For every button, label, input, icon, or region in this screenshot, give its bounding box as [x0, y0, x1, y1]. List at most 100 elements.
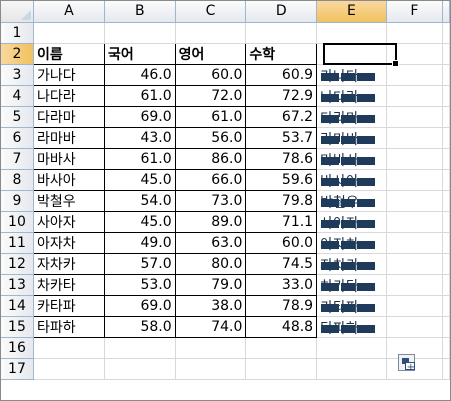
- empty-cell[interactable]: [386, 85, 444, 107]
- row-header-6[interactable]: 6: [1, 127, 34, 149]
- overflow-cell-e14[interactable]: 카타파: [316, 295, 387, 317]
- column-header-e[interactable]: E: [316, 1, 387, 23]
- empty-cell[interactable]: [175, 22, 247, 44]
- fill-handle[interactable]: [392, 60, 399, 67]
- score-cell[interactable]: 86.0: [174, 147, 247, 170]
- table-header-cell[interactable]: 국어: [103, 42, 176, 65]
- empty-cell[interactable]: [386, 232, 444, 254]
- row-header-4[interactable]: 4: [1, 85, 34, 107]
- empty-cell[interactable]: [442, 169, 450, 191]
- empty-cell[interactable]: [104, 358, 176, 380]
- score-cell[interactable]: 53.0: [103, 273, 176, 296]
- row-header-16[interactable]: 16: [1, 337, 34, 359]
- empty-cell[interactable]: [442, 232, 450, 254]
- score-cell[interactable]: 33.0: [245, 273, 318, 296]
- overflow-cell-e3[interactable]: 가나다: [316, 64, 387, 86]
- score-cell[interactable]: 79.0: [174, 273, 247, 296]
- auto-fill-options-icon[interactable]: +: [398, 354, 415, 373]
- column-header-b[interactable]: B: [104, 1, 176, 23]
- empty-cell[interactable]: [175, 358, 247, 380]
- overflow-cell-e5[interactable]: 다라마: [316, 106, 387, 128]
- empty-cell[interactable]: [386, 127, 444, 149]
- row-header-11[interactable]: 11: [1, 232, 34, 254]
- empty-cell[interactable]: [386, 148, 444, 170]
- empty-cell[interactable]: [386, 253, 444, 275]
- score-cell[interactable]: 57.0: [103, 252, 176, 275]
- empty-cell[interactable]: [442, 43, 450, 65]
- row-header-10[interactable]: 10: [1, 211, 34, 233]
- row-header-17[interactable]: 17: [1, 358, 34, 380]
- empty-cell[interactable]: [386, 64, 444, 86]
- empty-cell[interactable]: [442, 337, 450, 359]
- empty-cell[interactable]: [442, 64, 450, 86]
- empty-cell[interactable]: [245, 22, 318, 44]
- score-cell[interactable]: 78.6: [245, 147, 318, 170]
- empty-cell[interactable]: [442, 316, 450, 338]
- score-cell[interactable]: 56.0: [174, 126, 247, 149]
- name-cell[interactable]: 아자차: [32, 231, 105, 254]
- score-cell[interactable]: 49.0: [103, 231, 176, 254]
- overflow-cell-e9[interactable]: 박철우: [316, 190, 387, 212]
- score-cell[interactable]: 38.0: [174, 294, 247, 317]
- score-cell[interactable]: 72.9: [245, 84, 318, 107]
- active-cell-e2[interactable]: [323, 43, 399, 67]
- overflow-cell-e7[interactable]: 마바사: [316, 148, 387, 170]
- empty-cell[interactable]: [386, 190, 444, 212]
- score-cell[interactable]: 61.0: [174, 105, 247, 128]
- overflow-cell-e4[interactable]: 나다라: [316, 85, 387, 107]
- empty-cell[interactable]: [386, 211, 444, 233]
- empty-cell[interactable]: [442, 106, 450, 128]
- empty-cell[interactable]: [442, 253, 450, 275]
- row-header-15[interactable]: 15: [1, 316, 34, 338]
- empty-cell[interactable]: [386, 295, 444, 317]
- table-header-cell[interactable]: 이름: [32, 42, 105, 65]
- empty-cell[interactable]: [245, 337, 318, 359]
- empty-cell[interactable]: [33, 337, 105, 359]
- score-cell[interactable]: 45.0: [103, 168, 176, 191]
- score-cell[interactable]: 53.7: [245, 126, 318, 149]
- name-cell[interactable]: 자차카: [32, 252, 105, 275]
- row-header-2[interactable]: 2: [1, 43, 34, 65]
- row-header-12[interactable]: 12: [1, 253, 34, 275]
- empty-cell[interactable]: [442, 127, 450, 149]
- empty-cell[interactable]: [104, 22, 176, 44]
- overflow-cell-e11[interactable]: 아자차: [316, 232, 387, 254]
- empty-cell[interactable]: [442, 274, 450, 296]
- name-cell[interactable]: 사아자: [32, 210, 105, 233]
- score-cell[interactable]: 61.0: [103, 84, 176, 107]
- row-header-3[interactable]: 3: [1, 64, 34, 86]
- empty-cell[interactable]: [104, 337, 176, 359]
- score-cell[interactable]: 69.0: [103, 105, 176, 128]
- empty-cell[interactable]: [442, 22, 450, 44]
- empty-cell[interactable]: [386, 274, 444, 296]
- score-cell[interactable]: 72.0: [174, 84, 247, 107]
- overflow-cell-e6[interactable]: 라마바: [316, 127, 387, 149]
- name-cell[interactable]: 차카타: [32, 273, 105, 296]
- empty-cell[interactable]: [33, 22, 105, 44]
- row-header-7[interactable]: 7: [1, 148, 34, 170]
- score-cell[interactable]: 74.5: [245, 252, 318, 275]
- score-cell[interactable]: 48.8: [245, 315, 318, 338]
- name-cell[interactable]: 박철우: [32, 189, 105, 212]
- row-header-14[interactable]: 14: [1, 295, 34, 317]
- overflow-cell-e13[interactable]: 차카타: [316, 274, 387, 296]
- empty-cell[interactable]: [386, 316, 444, 338]
- score-cell[interactable]: 59.6: [245, 168, 318, 191]
- empty-cell[interactable]: [33, 358, 105, 380]
- empty-cell[interactable]: [442, 148, 450, 170]
- overflow-cell-e12[interactable]: 자차카: [316, 253, 387, 275]
- score-cell[interactable]: 60.0: [245, 231, 318, 254]
- row-header-8[interactable]: 8: [1, 169, 34, 191]
- score-cell[interactable]: 60.0: [174, 63, 247, 86]
- empty-cell[interactable]: [442, 190, 450, 212]
- score-cell[interactable]: 78.9: [245, 294, 318, 317]
- empty-cell[interactable]: [316, 358, 387, 380]
- score-cell[interactable]: 80.0: [174, 252, 247, 275]
- row-header-5[interactable]: 5: [1, 106, 34, 128]
- overflow-cell-e10[interactable]: 사아자: [316, 211, 387, 233]
- empty-cell[interactable]: [175, 337, 247, 359]
- empty-cell[interactable]: [386, 22, 444, 44]
- row-header-9[interactable]: 9: [1, 190, 34, 212]
- row-header-1[interactable]: 1: [1, 22, 34, 44]
- score-cell[interactable]: 71.1: [245, 210, 318, 233]
